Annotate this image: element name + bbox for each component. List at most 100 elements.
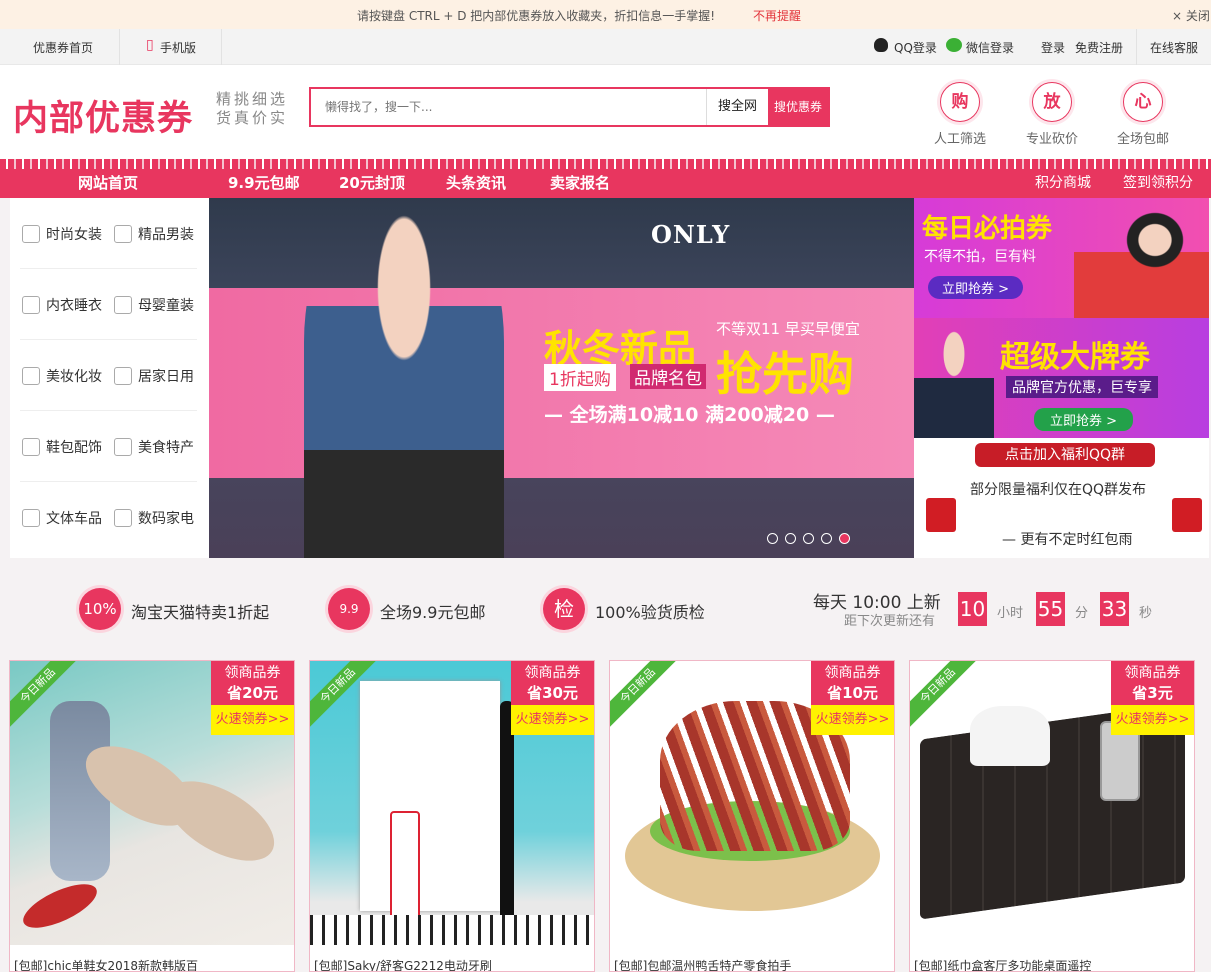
register-link[interactable]: 免费注册: [1075, 39, 1123, 56]
site-logo[interactable]: 内部优惠券: [13, 90, 193, 141]
grid-floor: [310, 915, 594, 945]
search-input[interactable]: [311, 89, 706, 125]
slogan-line: 货真价实: [216, 109, 289, 127]
ad-title: 每日必拍券: [922, 214, 1053, 244]
promo-text: 100%验货质检: [595, 603, 705, 622]
nav-20-cap[interactable]: 20元封顶: [339, 172, 405, 193]
product-title[interactable]: [包邮]纸巾盒客厅多功能桌面遥控: [914, 957, 1091, 971]
coupon-value: 省30元: [527, 684, 578, 702]
coupon-badge[interactable]: 领商品券 省10元: [811, 661, 894, 705]
banner-tag: 1折起购: [544, 364, 616, 391]
ad-daily-coupon[interactable]: 每日必拍券 不得不拍，巨有料 立即抢券 >: [914, 198, 1209, 318]
carousel-dot[interactable]: [803, 533, 814, 544]
nav-news[interactable]: 头条资讯: [446, 172, 506, 193]
bottle-icon: [114, 296, 132, 314]
mobile-link[interactable]: 手机版: [160, 39, 196, 56]
product-card[interactable]: 今日新品 领商品券 省10元 火速领券>> [包邮]包邮温州鸭舌特产零食拍手: [609, 660, 895, 972]
grab-coupon-button[interactable]: 立即抢券 >: [1034, 408, 1134, 431]
coupon-label: 领商品券: [524, 665, 581, 681]
category-food[interactable]: 美食特产: [114, 437, 194, 457]
grab-coupon-button[interactable]: 火速领券>>: [1111, 705, 1194, 735]
hero-banner[interactable]: ONLY 秋冬新品 不等双11 早买早便宜 1折起购 品牌名包 抢先购 — 全场…: [209, 198, 914, 558]
ad-subtitle: 品牌官方优惠，巨专享: [1006, 376, 1158, 398]
model-image: [1074, 198, 1209, 318]
category-home[interactable]: 居家日用: [114, 366, 194, 386]
promo-strip: 10% 淘宝天猫特卖1折起 9.9 全场9.9元包邮 检 100%验货质检 每天…: [0, 574, 1211, 644]
high-heel-icon: [22, 438, 40, 456]
nav-seller-signup[interactable]: 卖家报名: [550, 172, 610, 193]
coupon-badge[interactable]: 领商品券 省20元: [211, 661, 294, 705]
category-men[interactable]: 精品男装: [114, 224, 194, 244]
nav-home[interactable]: 网站首页: [78, 172, 138, 193]
red-envelope-icon: [1172, 498, 1202, 532]
category-shoes-bags[interactable]: 鞋包配饰: [22, 437, 102, 457]
cup-icon: [114, 438, 132, 456]
banner-tag: 品牌名包: [630, 364, 706, 389]
coupon-label: 领商品券: [224, 665, 281, 681]
tissue-image: [970, 706, 1050, 766]
grab-coupon-button[interactable]: 火速领券>>: [211, 705, 294, 735]
grab-coupon-button[interactable]: 火速领券>>: [511, 705, 594, 735]
ad-big-brand-coupon[interactable]: 超级大牌券 品牌官方优惠，巨专享 立即抢券 >: [914, 318, 1209, 438]
category-stationery[interactable]: 文体车品: [22, 508, 102, 528]
ad-subtitle: — 更有不定时红包雨: [1002, 532, 1133, 548]
login-link[interactable]: 登录: [1041, 39, 1065, 56]
coupon-home-link[interactable]: 优惠券首页: [33, 39, 93, 56]
category-women[interactable]: 时尚女装: [22, 224, 102, 244]
carousel-dot[interactable]: [785, 533, 796, 544]
online-service-link[interactable]: 在线客服: [1150, 39, 1198, 56]
category-digital[interactable]: 数码家电: [114, 508, 194, 528]
product-title[interactable]: [包邮]包邮温州鸭舌特产零食拍手: [614, 957, 791, 971]
carousel-dot-active[interactable]: [839, 533, 850, 544]
product-card[interactable]: 今日新品 领商品券 省3元 火速领券>> [包邮]纸巾盒客厅多功能桌面遥控: [909, 660, 1195, 972]
no-remind-link[interactable]: 不再提醒: [753, 7, 801, 24]
ad-qq-group[interactable]: 点击加入福利QQ群 部分限量福利仅在QQ群发布 — 更有不定时红包雨: [914, 438, 1209, 558]
inspect-icon: 检: [543, 588, 585, 630]
category-makeup[interactable]: 美妆化妆: [22, 366, 102, 386]
site-header: 内部优惠券 精挑细选 货真价实 搜全网 搜优惠券 购 人工筛选 放 专业砍价 心…: [0, 65, 1211, 159]
close-notice-button[interactable]: × 关闭: [1172, 7, 1210, 24]
carousel-dot[interactable]: [821, 533, 832, 544]
category-sidebar: 时尚女装 精品男装 内衣睡衣 母婴童装 美妆化妆 居家日用 鞋包配饰 美食特产 …: [10, 198, 209, 558]
nav-points-mall[interactable]: 积分商城: [1035, 172, 1091, 192]
ad-subtitle: 部分限量福利仅在QQ群发布: [970, 482, 1147, 498]
mobile-icon: ▯: [146, 37, 154, 53]
feature-manual-filter: 购 人工筛选: [925, 82, 995, 147]
coupon-value: 省20元: [227, 684, 278, 702]
category-baby[interactable]: 母婴童装: [114, 295, 194, 315]
grab-coupon-button[interactable]: 火速领券>>: [811, 705, 894, 735]
grab-coupon-button[interactable]: 立即抢券 >: [928, 276, 1024, 299]
search-coupon-button[interactable]: 搜优惠券: [768, 89, 828, 125]
product-card[interactable]: 今日新品 领商品券 省30元 火速领券>> [包邮]Saky/舒客G2212电动…: [309, 660, 595, 972]
wechat-login-link[interactable]: 微信登录: [966, 39, 1014, 56]
carousel-dots: [767, 533, 857, 548]
carousel-dot[interactable]: [767, 533, 778, 544]
category-row: 文体车品 数码家电: [20, 482, 197, 553]
search-all-button[interactable]: 搜全网: [706, 89, 768, 125]
divider: [1136, 29, 1137, 65]
category-row: 内衣睡衣 母婴童装: [20, 269, 197, 340]
countdown-label: 距下次更新还有: [844, 614, 936, 629]
slogan-line: 精挑细选: [216, 90, 289, 108]
category-row: 美妆化妆 居家日用: [20, 340, 197, 411]
dress-icon: [22, 225, 40, 243]
umbrella-icon: [114, 367, 132, 385]
category-row: 鞋包配饰 美食特产: [20, 411, 197, 482]
promo-text: 淘宝天猫特卖1折起: [131, 603, 270, 622]
nav-checkin-points[interactable]: 签到领积分: [1123, 172, 1193, 192]
coupon-badge[interactable]: 领商品券 省30元: [511, 661, 594, 705]
product-card[interactable]: 今日新品 领商品券 省20元 火速领券>> [包邮]chic单鞋女2018新款韩…: [9, 660, 295, 972]
product-title[interactable]: [包邮]chic单鞋女2018新款韩版百: [14, 957, 198, 971]
coupon-badge[interactable]: 领商品券 省3元: [1111, 661, 1194, 705]
join-qq-group-button[interactable]: 点击加入福利QQ群: [975, 443, 1155, 467]
top-bar: 优惠券首页 ▯ 手机版 QQ登录 微信登录 登录 免费注册 在线客服: [0, 29, 1211, 65]
category-row: 时尚女装 精品男装: [20, 198, 197, 269]
category-underwear[interactable]: 内衣睡衣: [22, 295, 102, 315]
pen-icon: [22, 509, 40, 527]
product-title[interactable]: [包邮]Saky/舒客G2212电动牙刷: [314, 957, 492, 971]
qq-login-link[interactable]: QQ登录: [894, 39, 937, 56]
release-icon: 放: [1032, 82, 1072, 122]
nav-9-9-free-shipping[interactable]: 9.9元包邮: [228, 172, 300, 193]
notice-bar: 请按键盘 CTRL + D 把内部优惠券放入收藏夹，折扣信息一手掌握! 不再提醒…: [0, 0, 1211, 29]
camera-icon: [114, 509, 132, 527]
